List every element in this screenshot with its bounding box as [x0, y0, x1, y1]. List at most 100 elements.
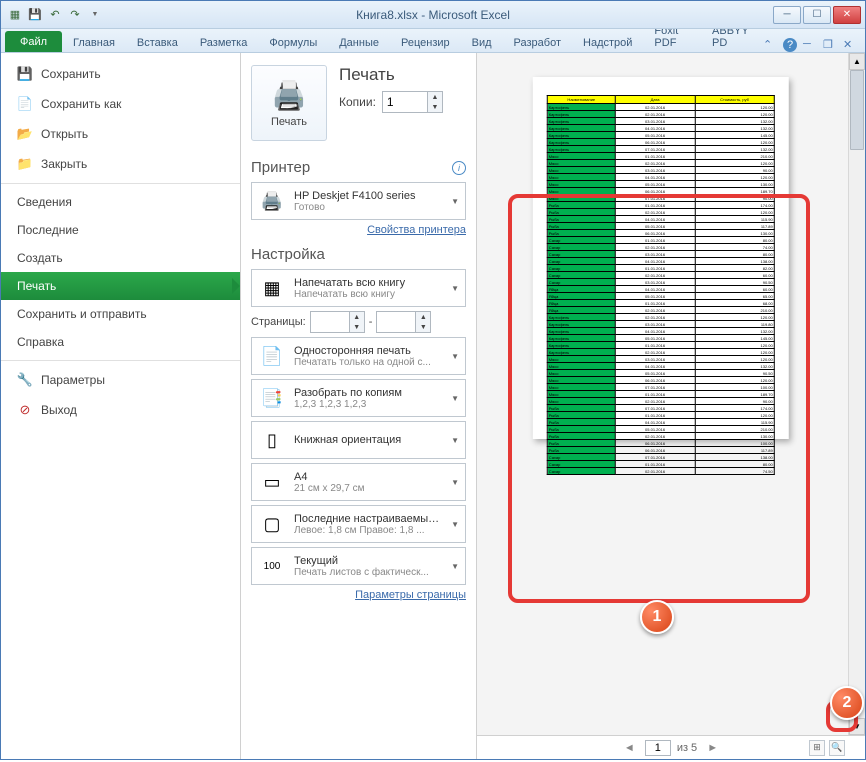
combo-title: Текущий — [294, 555, 443, 567]
page-navigation: ◄ из 5 ► ⊞ 🔍 — [477, 735, 865, 759]
tab-layout[interactable]: Разметка — [189, 33, 259, 52]
titlebar: ▦ 💾 ↶ ↷ ▼ Книга8.xlsx - Microsoft Excel … — [1, 1, 865, 29]
spinner-down-icon[interactable]: ▼ — [416, 322, 430, 332]
info-icon[interactable]: i — [452, 161, 466, 175]
copies-spinner[interactable]: ▲▼ — [382, 91, 443, 113]
tab-dev[interactable]: Разработ — [503, 33, 572, 52]
ribbon-tabs: Файл Главная Вставка Разметка Формулы Да… — [1, 29, 865, 53]
close-button[interactable]: ✕ — [833, 6, 861, 24]
spinner-up-icon[interactable]: ▲ — [350, 312, 364, 322]
print-preview: НаименованиеДатаСтоимость, рубКартофель0… — [476, 53, 865, 759]
tab-insert[interactable]: Вставка — [126, 33, 189, 52]
spinner-up-icon[interactable]: ▲ — [416, 312, 430, 322]
open-icon: 📂 — [17, 126, 33, 142]
paper-selector[interactable]: ▭ A4 21 см x 29,7 см ▼ — [251, 463, 466, 501]
show-margins-button[interactable]: ⊞ — [809, 740, 825, 756]
pages-to-input[interactable] — [377, 312, 415, 332]
menu-open[interactable]: 📂 Открыть — [1, 119, 240, 149]
combo-sub: 1,2,3 1,2,3 1,2,3 — [294, 399, 443, 410]
menu-close[interactable]: 📁 Закрыть — [1, 149, 240, 179]
save-icon[interactable]: 💾 — [27, 7, 43, 23]
tab-formulas[interactable]: Формулы — [258, 33, 328, 52]
combo-title: Последние настраиваемые ... — [294, 513, 443, 525]
page-of-label: из 5 — [677, 742, 697, 754]
collate-icon: 📑 — [258, 384, 286, 412]
doc-close-icon[interactable]: ✕ — [843, 38, 857, 52]
close-icon: 📁 — [17, 156, 33, 172]
printer-selector[interactable]: 🖨️ HP Deskjet F4100 series Готово ▼ — [251, 182, 466, 220]
scroll-up-button[interactable]: ▲ — [849, 53, 865, 70]
combo-title: Книжная ориентация — [294, 434, 443, 446]
excel-icon: ▦ — [7, 7, 23, 23]
menu-label: Сохранить — [41, 67, 101, 81]
qat-dropdown-icon[interactable]: ▼ — [87, 7, 103, 23]
print-button[interactable]: 🖨️ Печать — [251, 65, 327, 141]
page-setup-link[interactable]: Параметры страницы — [355, 589, 466, 601]
menu-recent[interactable]: Последние — [1, 216, 240, 244]
chevron-down-icon: ▼ — [451, 284, 459, 293]
menu-exit[interactable]: ⊘Выход — [1, 395, 240, 425]
zoom-page-button[interactable]: 🔍 — [829, 740, 845, 756]
menu-save[interactable]: 💾Сохранить — [1, 59, 240, 89]
print-scope-selector[interactable]: ▦ Напечатать всю книгу Напечатать всю кн… — [251, 269, 466, 307]
redo-icon[interactable]: ↷ — [67, 7, 83, 23]
scaling-selector[interactable]: 100 Текущий Печать листов с фактическ...… — [251, 547, 466, 585]
scroll-thumb[interactable] — [850, 70, 864, 150]
tab-review[interactable]: Рецензир — [390, 33, 461, 52]
maximize-button[interactable]: ☐ — [803, 6, 831, 24]
copies-input[interactable] — [383, 92, 427, 112]
tab-file[interactable]: Файл — [5, 31, 62, 52]
duplex-icon: 📄 — [258, 342, 286, 370]
page-input[interactable] — [645, 740, 671, 756]
combo-sub: Левое: 1,8 см Правое: 1,8 ... — [294, 525, 443, 536]
pages-from-input[interactable] — [311, 312, 349, 332]
tab-home[interactable]: Главная — [62, 33, 126, 52]
help-icon[interactable]: ? — [783, 38, 797, 52]
combo-title: Разобрать по копиям — [294, 387, 443, 399]
ribbon-minimize-icon[interactable]: ⌃ — [763, 38, 777, 52]
pages-to-spinner[interactable]: ▲▼ — [376, 311, 431, 333]
orientation-selector[interactable]: ▯ Книжная ориентация ▼ — [251, 421, 466, 459]
next-page-button[interactable]: ► — [703, 742, 722, 754]
options-icon: 🔧 — [17, 372, 33, 388]
menu-label: Открыть — [41, 127, 88, 141]
collate-selector[interactable]: 📑 Разобрать по копиям 1,2,3 1,2,3 1,2,3 … — [251, 379, 466, 417]
printer-properties-link[interactable]: Свойства принтера — [367, 224, 466, 236]
menu-help[interactable]: Справка — [1, 328, 240, 356]
minimize-button[interactable]: ─ — [773, 6, 801, 24]
preview-scrollbar[interactable]: ▲ ▼ — [848, 53, 865, 735]
tab-addins[interactable]: Надстрой — [572, 33, 643, 52]
exit-icon: ⊘ — [17, 402, 33, 418]
prev-page-button[interactable]: ◄ — [620, 742, 639, 754]
menu-new[interactable]: Создать — [1, 244, 240, 272]
tab-data[interactable]: Данные — [328, 33, 390, 52]
menu-label: Закрыть — [41, 157, 87, 171]
menu-options[interactable]: 🔧Параметры — [1, 365, 240, 395]
combo-sub: Печатать только на одной с... — [294, 357, 443, 368]
scaling-icon: 100 — [258, 552, 286, 580]
chevron-down-icon: ▼ — [451, 394, 459, 403]
spinner-down-icon[interactable]: ▼ — [350, 322, 364, 332]
preview-table: НаименованиеДатаСтоимость, рубКартофель0… — [547, 95, 775, 475]
spinner-down-icon[interactable]: ▼ — [428, 102, 442, 112]
doc-restore-icon[interactable]: ❐ — [823, 38, 837, 52]
menu-info[interactable]: Сведения — [1, 188, 240, 216]
scroll-down-button[interactable]: ▼ — [849, 718, 865, 735]
backstage-menu: 💾Сохранить 📄Сохранить как 📂 Открыть 📁 Закр… — [1, 53, 241, 759]
menu-print[interactable]: Печать — [1, 272, 240, 300]
menu-send-save[interactable]: Сохранить и отправить — [1, 300, 240, 328]
printer-device-icon: 🖨️ — [258, 187, 286, 215]
menu-save-as[interactable]: 📄Сохранить как — [1, 89, 240, 119]
spinner-up-icon[interactable]: ▲ — [428, 92, 442, 102]
print-settings: 🖨️ Печать Печать Копии: ▲▼ — [241, 53, 476, 759]
pages-to-label: - — [369, 316, 373, 328]
tab-view[interactable]: Вид — [461, 33, 503, 52]
undo-icon[interactable]: ↶ — [47, 7, 63, 23]
menu-label: Сведения — [17, 195, 72, 209]
combo-title: A4 — [294, 471, 443, 483]
chevron-down-icon: ▼ — [451, 197, 459, 206]
pages-from-spinner[interactable]: ▲▼ — [310, 311, 365, 333]
duplex-selector[interactable]: 📄 Односторонняя печать Печатать только н… — [251, 337, 466, 375]
margins-selector[interactable]: ▢ Последние настраиваемые ... Левое: 1,8… — [251, 505, 466, 543]
doc-minimize-icon[interactable]: ─ — [803, 38, 817, 52]
